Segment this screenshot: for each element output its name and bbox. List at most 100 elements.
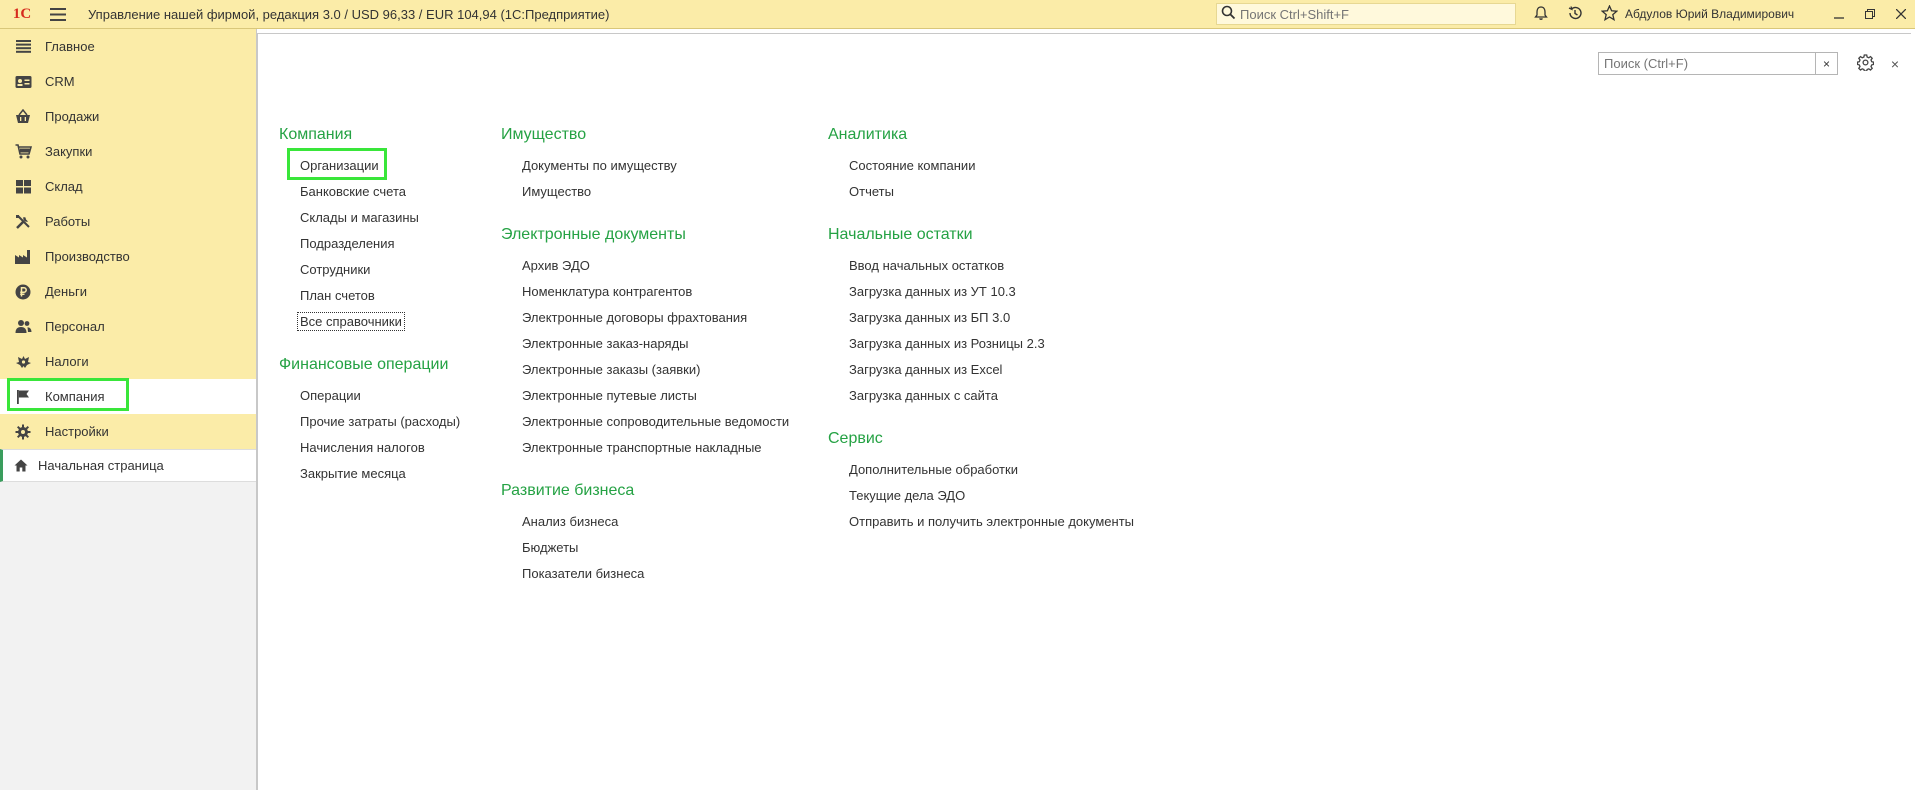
clear-icon: ×	[1822, 56, 1830, 71]
gear-icon	[1856, 54, 1874, 74]
link-enter-opening-balances[interactable]: Ввод начальных остатков	[828, 253, 1134, 279]
home-page-link[interactable]: Начальная страница	[0, 449, 256, 482]
section-label: Налоги	[45, 354, 89, 369]
link-counterparty-nomenclature[interactable]: Номенклатура контрагентов	[501, 279, 789, 305]
people-icon	[14, 318, 32, 336]
global-search-input[interactable]	[1240, 6, 1500, 22]
link-send-receive-edocs[interactable]: Отправить и получить электронные докумен…	[828, 509, 1134, 535]
nav-column-3: Аналитика Состояние компании Отчеты Нача…	[828, 124, 1134, 554]
link-tax-accruals[interactable]: Начисления налогов	[279, 435, 460, 461]
form-settings-button[interactable]	[1854, 54, 1876, 74]
section-staff[interactable]: Персонал	[0, 309, 256, 344]
section-label: Персонал	[45, 319, 105, 334]
section-label: CRM	[45, 74, 75, 89]
minimize-icon	[1833, 7, 1844, 22]
section-main[interactable]: Главное	[0, 29, 256, 64]
star-icon	[1600, 4, 1618, 24]
top-toolbar	[1524, 0, 1626, 29]
link-warehouses-stores[interactable]: Склады и магазины	[279, 205, 460, 231]
section-settings[interactable]: Настройки	[0, 414, 256, 449]
section-label: Главное	[45, 39, 95, 54]
section-label: Работы	[45, 214, 91, 229]
close-icon: ×	[1890, 56, 1900, 72]
link-accompanying-statements[interactable]: Электронные сопроводительные ведомости	[501, 409, 789, 435]
global-search[interactable]	[1216, 3, 1516, 25]
link-electronic-orders[interactable]: Электронные заказы (заявки)	[501, 357, 789, 383]
link-load-from-excel[interactable]: Загрузка данных из Excel	[828, 357, 1134, 383]
link-additional-processing[interactable]: Дополнительные обработки	[828, 457, 1134, 483]
history-button[interactable]	[1558, 0, 1592, 29]
section-crm[interactable]: CRM	[0, 64, 256, 99]
home-icon	[13, 458, 29, 474]
link-operations[interactable]: Операции	[279, 383, 460, 409]
section-label: Деньги	[45, 284, 87, 299]
notifications-button[interactable]	[1524, 0, 1558, 29]
link-load-from-site[interactable]: Загрузка данных с сайта	[828, 383, 1134, 409]
current-user[interactable]: Абдулов Юрий Владимирович	[1625, 0, 1794, 29]
section-warehouse[interactable]: Склад	[0, 169, 256, 204]
link-business-indicators[interactable]: Показатели бизнеса	[501, 561, 789, 587]
nav-column-2: Имущество Документы по имуществу Имущест…	[501, 124, 789, 606]
favorites-button[interactable]	[1592, 0, 1626, 29]
ruble-coin-icon	[14, 283, 32, 301]
main-menu-button[interactable]	[44, 0, 72, 29]
close-form-button[interactable]: ×	[1885, 54, 1905, 74]
section-company[interactable]: Компания	[0, 379, 256, 414]
window-title: Управление нашей фирмой, редакция 3.0 / …	[88, 6, 610, 22]
group-title: Компания	[279, 126, 353, 143]
nav-column-1: Компания Организации Банковские счета Ск…	[279, 124, 460, 506]
section-label: Продажи	[45, 109, 100, 124]
restore-button[interactable]	[1854, 0, 1885, 29]
link-load-from-bp[interactable]: Загрузка данных из БП 3.0	[828, 305, 1134, 331]
cart-icon	[14, 143, 32, 161]
menu-lines-icon	[14, 38, 32, 56]
section-taxes[interactable]: Налоги	[0, 344, 256, 379]
link-work-orders[interactable]: Электронные заказ-наряды	[501, 331, 789, 357]
link-employees[interactable]: Сотрудники	[279, 257, 460, 283]
group-title: Сервис	[828, 430, 883, 447]
link-all-catalogs[interactable]: Все справочники	[279, 309, 460, 335]
app-logo: 1С	[12, 5, 32, 22]
close-window-button[interactable]	[1885, 0, 1915, 29]
minimize-button[interactable]	[1823, 0, 1854, 29]
link-chart-of-accounts[interactable]: План счетов	[279, 283, 460, 309]
link-load-from-retail[interactable]: Загрузка данных из Розницы 2.3	[828, 331, 1134, 357]
clear-search-button[interactable]: ×	[1816, 52, 1838, 75]
bell-icon	[1533, 5, 1549, 24]
link-waybills[interactable]: Электронные путевые листы	[501, 383, 789, 409]
link-business-analysis[interactable]: Анализ бизнеса	[501, 509, 789, 535]
form-search[interactable]	[1598, 52, 1816, 75]
link-property[interactable]: Имущество	[501, 179, 789, 205]
section-production[interactable]: Производство	[0, 239, 256, 274]
section-purchases[interactable]: Закупки	[0, 134, 256, 169]
link-other-expenses[interactable]: Прочие затраты (расходы)	[279, 409, 460, 435]
link-load-from-ut[interactable]: Загрузка данных из УТ 10.3	[828, 279, 1134, 305]
history-clock-icon	[1567, 5, 1583, 24]
form-search-input[interactable]	[1599, 56, 1779, 71]
link-transport-invoices[interactable]: Электронные транспортные накладные	[501, 435, 789, 461]
group-title: Электронные документы	[501, 226, 686, 243]
link-organizations[interactable]: Организации	[279, 153, 460, 179]
flag-icon	[14, 388, 32, 406]
link-budgets[interactable]: Бюджеты	[501, 535, 789, 561]
link-month-closing[interactable]: Закрытие месяца	[279, 461, 460, 487]
link-property-documents[interactable]: Документы по имуществу	[501, 153, 789, 179]
link-bank-accounts[interactable]: Банковские счета	[279, 179, 460, 205]
group-opening-balances: Начальные остатки Ввод начальных остатко…	[828, 224, 1134, 409]
link-current-edo-tasks[interactable]: Текущие дела ЭДО	[828, 483, 1134, 509]
link-reports[interactable]: Отчеты	[828, 179, 1134, 205]
group-title: Аналитика	[828, 126, 908, 143]
basket-icon	[14, 108, 32, 126]
group-service: Сервис Дополнительные обработки Текущие …	[828, 428, 1134, 535]
section-sales[interactable]: Продажи	[0, 99, 256, 134]
link-company-state[interactable]: Состояние компании	[828, 153, 1134, 179]
group-property: Имущество Документы по имуществу Имущест…	[501, 124, 789, 205]
group-electronic-documents: Электронные документы Архив ЭДО Номенкла…	[501, 224, 789, 461]
link-charter-contracts[interactable]: Электронные договоры фрахтования	[501, 305, 789, 331]
section-label: Закупки	[45, 144, 93, 159]
section-works[interactable]: Работы	[0, 204, 256, 239]
tools-icon	[14, 213, 32, 231]
link-departments[interactable]: Подразделения	[279, 231, 460, 257]
link-edo-archive[interactable]: Архив ЭДО	[501, 253, 789, 279]
section-money[interactable]: Деньги	[0, 274, 256, 309]
